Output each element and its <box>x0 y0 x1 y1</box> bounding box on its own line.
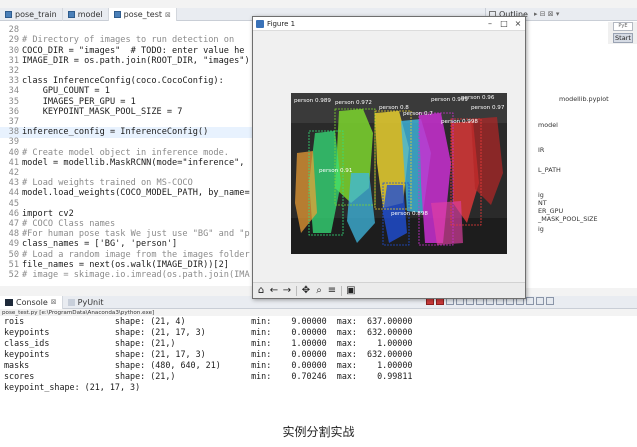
figure-title: Figure 1 <box>267 19 296 28</box>
outline-item[interactable]: _MASK_POOL_SIZE <box>538 215 598 223</box>
python-file-icon <box>5 11 12 18</box>
pan-icon[interactable]: ✥ <box>301 285 311 297</box>
line-number: 52 <box>8 270 19 280</box>
console-line: scores shape: (21,) min: 0.70246 max: 0.… <box>4 371 413 381</box>
toolbar-divider <box>341 285 342 296</box>
back-arrow-icon[interactable]: ← <box>269 285 279 297</box>
figure-window: Figure 1 – □ × person 0.989 person 0.972… <box>252 16 526 299</box>
minimize-icon[interactable] <box>536 297 544 305</box>
start-button[interactable]: Start <box>613 33 633 43</box>
toolbar-divider <box>296 285 297 296</box>
minimize-button[interactable]: – <box>483 19 497 28</box>
configure-icon[interactable]: ≡ <box>327 285 337 297</box>
segmentation-result-image: person 0.989 person 0.972 person 0.8 per… <box>291 93 507 254</box>
console-line: keypoints shape: (21, 17, 3) min: 0.0000… <box>4 349 413 359</box>
outline-item[interactable]: modellib.pyplot <box>559 95 609 103</box>
python-file-icon <box>113 11 121 18</box>
ide-window: pose_train model pose_test ⊠ 28 29 # Direc… <box>0 0 637 395</box>
detection-label: person 0.998 <box>441 119 478 125</box>
perspective-chip[interactable]: PyE <box>613 22 633 31</box>
outline-item[interactable]: ER_GPU <box>538 207 563 215</box>
tab-console[interactable]: Console ⊠ <box>0 295 63 309</box>
close-button[interactable]: × <box>511 19 525 28</box>
caption: 实例分割实战 <box>282 425 355 439</box>
pyunit-icon <box>67 298 75 306</box>
window-controls: – □ × <box>483 19 525 28</box>
detection-label: person 0.989 <box>294 98 331 104</box>
outline-item[interactable]: model <box>538 121 558 129</box>
zoom-icon[interactable]: ⌕ <box>314 285 324 297</box>
code-text: # image = skimage.io.imread(os.path.join… <box>22 270 250 280</box>
tab-pose-train[interactable]: pose_train <box>0 8 63 21</box>
detection-label: person 0.898 <box>391 211 428 217</box>
tab-pose-test[interactable]: pose_test ⊠ <box>108 8 177 21</box>
console-output[interactable]: rois shape: (21, 4) min: 9.00000 max: 63… <box>0 316 637 395</box>
detection-label: person 0.7 <box>403 111 433 117</box>
outline-item[interactable]: ig <box>538 191 544 199</box>
tab-label: PyUnit <box>77 297 104 307</box>
tab-model[interactable]: model <box>63 8 109 21</box>
figure-toolbar: ⌂ ← → ✥ ⌕ ≡ ▣ <box>253 282 525 298</box>
python-file-icon <box>67 11 75 18</box>
detection-label: person 0.972 <box>335 100 372 106</box>
open-console-icon[interactable] <box>526 297 534 305</box>
detection-label: person 0.96 <box>461 95 495 101</box>
save-icon[interactable]: ▣ <box>346 285 356 297</box>
tab-pyunit[interactable]: PyUnit <box>63 296 109 309</box>
console-line: keypoint_shape: (21, 17, 3) <box>4 382 141 392</box>
outline-item[interactable]: NT <box>538 199 547 207</box>
close-icon[interactable]: ⊠ <box>51 298 57 306</box>
tab-label: pose_test <box>123 10 163 19</box>
tab-label: Console <box>16 297 48 307</box>
console-line: keypoints shape: (21, 17, 3) min: 0.0000… <box>4 327 413 337</box>
forward-arrow-icon[interactable]: → <box>282 285 292 297</box>
detection-label: person 0.91 <box>319 168 353 174</box>
maximize-icon[interactable] <box>546 297 554 305</box>
tab-label: model <box>77 10 103 19</box>
outline-item[interactable]: L_PATH <box>538 166 561 174</box>
console-line: class_ids shape: (21,) min: 1.00000 max:… <box>4 338 413 348</box>
home-icon[interactable]: ⌂ <box>256 285 266 297</box>
console-line: masks shape: (480, 640, 21) min: 0.00000… <box>4 360 413 370</box>
close-icon[interactable]: ⊠ <box>165 11 171 19</box>
detection-label: person 0.97 <box>471 105 505 111</box>
console-icon <box>5 298 13 306</box>
figure-titlebar[interactable]: Figure 1 – □ × <box>253 17 525 31</box>
matplotlib-icon <box>256 19 264 28</box>
outline-item[interactable]: ig <box>538 225 544 233</box>
tab-label: pose_train <box>15 10 57 19</box>
console-line: rois shape: (21, 4) min: 9.00000 max: 63… <box>4 316 413 326</box>
figure-canvas[interactable]: person 0.989 person 0.972 person 0.8 per… <box>253 32 525 282</box>
maximize-button[interactable]: □ <box>497 19 511 28</box>
outline-toolbar-icons[interactable]: ▸ ⊟ ⊠ ▾ <box>534 10 559 18</box>
outline-item[interactable]: IR <box>538 146 544 154</box>
